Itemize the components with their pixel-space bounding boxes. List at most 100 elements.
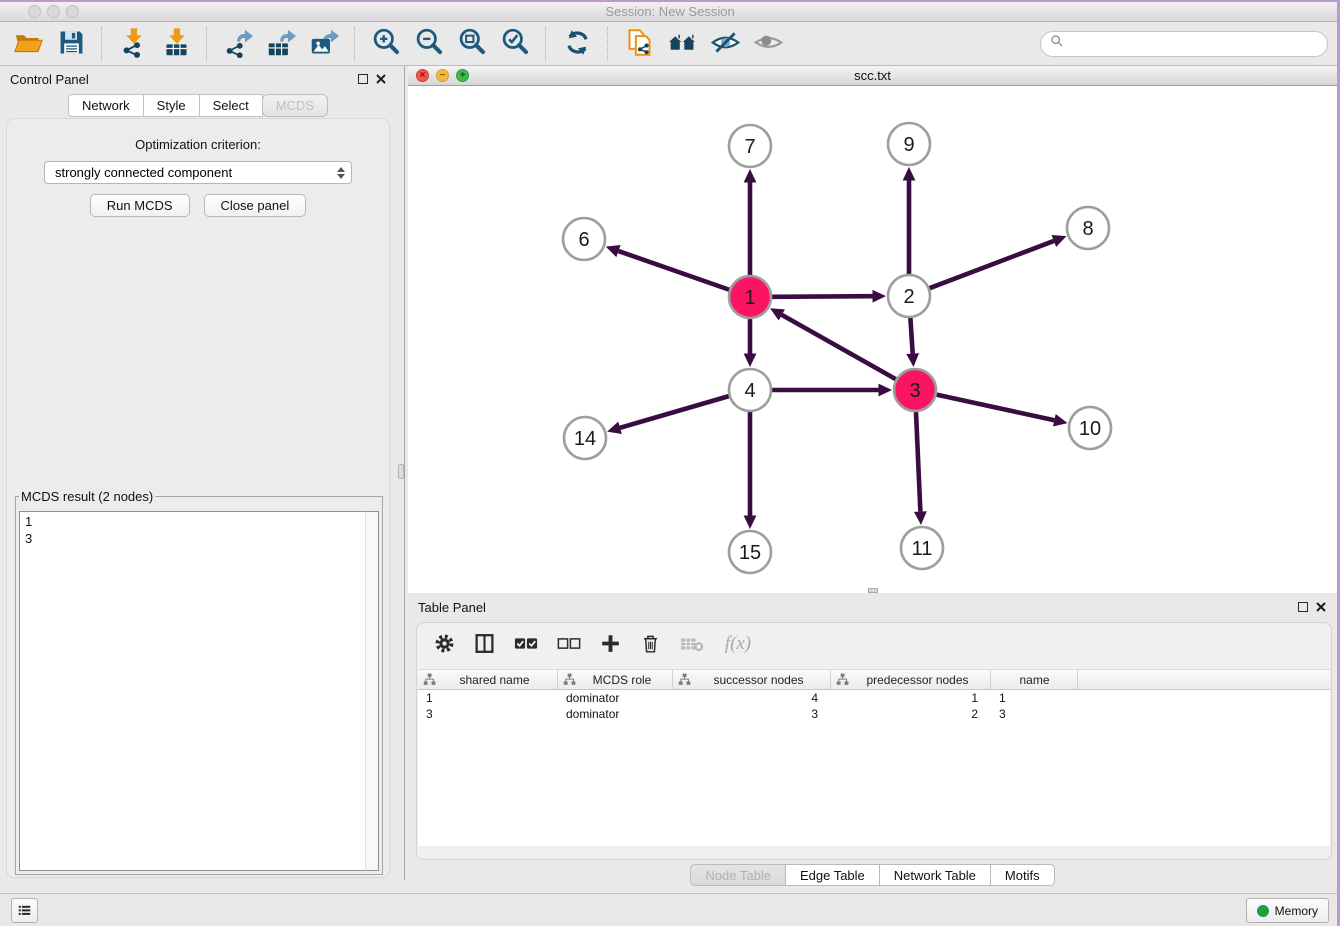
column-header-name[interactable]: name bbox=[991, 670, 1078, 689]
add-column-button[interactable] bbox=[600, 633, 621, 657]
hide-selected-button[interactable] bbox=[705, 25, 745, 63]
network-close-button[interactable]: × bbox=[416, 69, 429, 82]
first-neighbors-button[interactable] bbox=[662, 25, 702, 63]
node-label-14: 14 bbox=[574, 428, 596, 450]
add-column-icon bbox=[600, 633, 621, 657]
import-network-button[interactable] bbox=[113, 25, 153, 63]
tab-network-table[interactable]: Network Table bbox=[879, 864, 991, 886]
table-settings-button[interactable] bbox=[434, 633, 455, 657]
table-row[interactable]: 3dominator323 bbox=[418, 706, 1330, 722]
arrowhead-2-3 bbox=[906, 353, 919, 367]
optimization-criterion-label: Optimization criterion: bbox=[7, 137, 389, 152]
delete-column-button[interactable] bbox=[640, 633, 661, 657]
edge-1-6[interactable] bbox=[618, 251, 729, 290]
edge-2-8[interactable] bbox=[930, 241, 1054, 288]
column-header-predecessor-nodes[interactable]: predecessor nodes bbox=[831, 670, 991, 689]
memory-status-icon bbox=[1257, 905, 1269, 917]
criterion-select[interactable]: strongly connected component bbox=[44, 161, 352, 184]
run-mcds-button[interactable]: Run MCDS bbox=[90, 194, 190, 217]
memory-button[interactable]: Memory bbox=[1246, 898, 1329, 923]
mcds-result-legend: MCDS result (2 nodes) bbox=[19, 489, 155, 504]
delete-table-icon bbox=[680, 635, 704, 656]
unselect-all-columns-button[interactable] bbox=[557, 636, 581, 654]
main-toolbar-items bbox=[0, 25, 788, 63]
tab-node-table[interactable]: Node Table bbox=[690, 864, 786, 886]
toolbar-separator bbox=[101, 27, 103, 61]
tab-network[interactable]: Network bbox=[68, 94, 144, 117]
mcds-result-text[interactable]: 13 bbox=[19, 511, 365, 871]
select-stepper-icon bbox=[337, 165, 345, 181]
import-table-icon bbox=[161, 27, 192, 61]
open-file-button[interactable] bbox=[8, 25, 48, 63]
arrowhead-1-4 bbox=[744, 354, 757, 368]
control-panel-float-button[interactable] bbox=[358, 73, 370, 85]
canvas-resize-grip[interactable] bbox=[868, 588, 878, 593]
edge-3-11[interactable] bbox=[916, 412, 920, 512]
edge-4-14[interactable] bbox=[620, 396, 729, 428]
node-label-3: 3 bbox=[909, 380, 920, 402]
column-header-shared-name[interactable]: shared name bbox=[418, 670, 558, 689]
export-network-button[interactable] bbox=[218, 25, 258, 63]
export-image-button[interactable] bbox=[304, 25, 344, 63]
export-table-button[interactable] bbox=[261, 25, 301, 63]
tab-edge-table[interactable]: Edge Table bbox=[785, 864, 880, 886]
mcds-result-scrollbar[interactable] bbox=[365, 511, 379, 871]
node-label-9: 9 bbox=[903, 134, 914, 156]
clone-network-button[interactable] bbox=[619, 25, 659, 63]
splitter-handle[interactable] bbox=[398, 464, 404, 479]
control-panel-close-button[interactable] bbox=[375, 72, 387, 84]
show-panels-button[interactable] bbox=[11, 898, 38, 923]
main-toolbar bbox=[0, 22, 1340, 66]
maximize-window-button[interactable] bbox=[66, 5, 79, 18]
column-header-mcds-role[interactable]: MCDS role bbox=[558, 670, 673, 689]
arrowhead-1-2 bbox=[872, 290, 886, 303]
column-type-tree-icon bbox=[836, 673, 849, 686]
network-view-window: × − + scc.txt 7968124314101511 bbox=[408, 66, 1337, 593]
network-canvas[interactable]: 7968124314101511 bbox=[408, 86, 1337, 593]
column-type-tree-icon bbox=[563, 673, 576, 686]
column-layout-button[interactable] bbox=[474, 633, 495, 657]
zoom-out-icon bbox=[414, 27, 445, 61]
import-table-button[interactable] bbox=[156, 25, 196, 63]
tab-mcds[interactable]: MCDS bbox=[262, 94, 328, 117]
table-panel-float-button[interactable] bbox=[1298, 601, 1310, 613]
tab-select[interactable]: Select bbox=[199, 94, 263, 117]
control-panel-header: Control Panel bbox=[0, 66, 397, 92]
close-window-button[interactable] bbox=[28, 5, 41, 18]
network-minimize-button[interactable]: − bbox=[436, 69, 449, 82]
edge-2-3[interactable] bbox=[910, 318, 912, 354]
refresh-button[interactable] bbox=[557, 25, 597, 63]
show-all-button bbox=[748, 25, 788, 63]
tab-style[interactable]: Style bbox=[143, 94, 200, 117]
zoom-out-button[interactable] bbox=[409, 25, 449, 63]
edge-1-2[interactable] bbox=[772, 296, 873, 297]
search-input[interactable] bbox=[1068, 33, 1327, 55]
first-neighbors-icon bbox=[667, 27, 698, 61]
window-titlebar[interactable]: Session: New Session bbox=[0, 2, 1340, 22]
table-row[interactable]: 1dominator411 bbox=[418, 690, 1330, 706]
minimize-window-button[interactable] bbox=[47, 5, 60, 18]
criterion-selected-value: strongly connected component bbox=[55, 165, 232, 180]
zoom-fit-button[interactable] bbox=[452, 25, 492, 63]
close-mcds-panel-button[interactable]: Close panel bbox=[204, 194, 307, 217]
function-builder-button: f(x) bbox=[723, 633, 757, 657]
vertical-splitter[interactable] bbox=[397, 66, 408, 880]
column-header-label: MCDS role bbox=[576, 673, 672, 687]
search-field[interactable] bbox=[1040, 31, 1328, 57]
zoom-in-button[interactable] bbox=[366, 25, 406, 63]
edge-3-10[interactable] bbox=[936, 395, 1054, 421]
export-network-icon bbox=[223, 27, 254, 61]
column-header-label: predecessor nodes bbox=[849, 673, 990, 687]
network-window-titlebar[interactable]: × − + scc.txt bbox=[408, 66, 1337, 86]
column-header-successor-nodes[interactable]: successor nodes bbox=[673, 670, 831, 689]
select-all-columns-button[interactable] bbox=[514, 636, 538, 654]
zoom-selected-button[interactable] bbox=[495, 25, 535, 63]
table-panel-close-button[interactable] bbox=[1315, 600, 1327, 612]
network-maximize-button[interactable]: + bbox=[456, 69, 469, 82]
column-type-tree-icon bbox=[423, 673, 436, 686]
edge-3-1[interactable] bbox=[782, 315, 896, 379]
toolbar-separator bbox=[545, 27, 547, 61]
tab-motifs[interactable]: Motifs bbox=[990, 864, 1055, 886]
column-header-label: successor nodes bbox=[691, 673, 830, 687]
save-session-button[interactable] bbox=[51, 25, 91, 63]
